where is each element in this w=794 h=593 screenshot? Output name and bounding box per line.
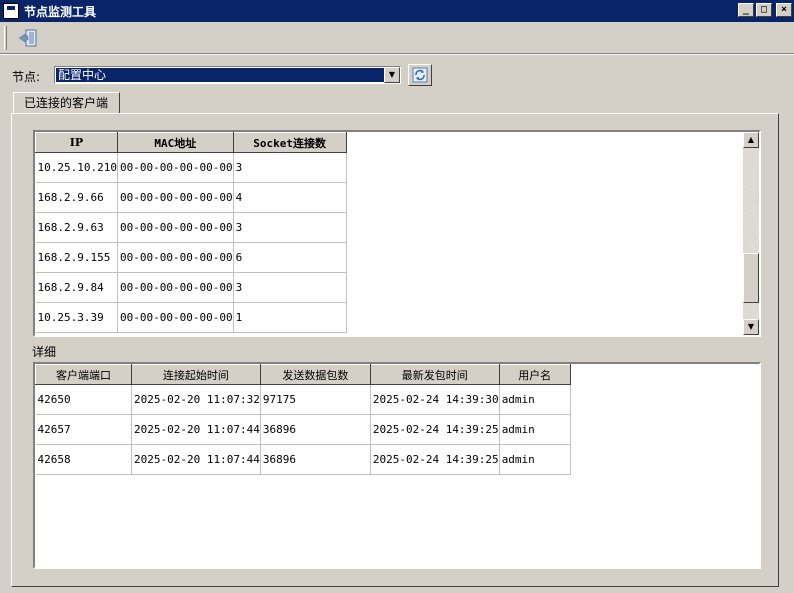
toolbar xyxy=(0,22,794,55)
refresh-button[interactable] xyxy=(408,64,432,86)
node-select[interactable]: 配置中心 ▼ xyxy=(54,66,401,84)
dropdown-arrow-icon[interactable]: ▼ xyxy=(384,67,400,83)
node-label: 节点: xyxy=(12,70,41,84)
cell-ip: 10.25.3.39 xyxy=(35,302,118,333)
cell-username: admin xyxy=(499,414,571,445)
cell-client-port: 42657 xyxy=(35,414,132,445)
close-button[interactable]: × xyxy=(776,3,792,17)
title-bar: 节点监测工具 _ □ × xyxy=(0,0,794,22)
cell-mac: 00-00-00-00-00-00 xyxy=(117,302,234,333)
cell-packets-sent: 97175 xyxy=(260,384,371,415)
column-header-client-port[interactable]: 客户端端口 xyxy=(35,364,132,385)
cell-socket-count: 4 xyxy=(233,182,347,213)
cell-start-time: 2025-02-20 11:07:32 xyxy=(131,384,261,415)
cell-mac: 00-00-00-00-00-00 xyxy=(117,242,234,273)
column-header-packets-sent[interactable]: 发送数据包数 xyxy=(259,364,371,385)
detail-table: 客户端端口 连接起始时间 发送数据包数 最新发包时间 用户名 42650 202… xyxy=(33,362,761,569)
table-row[interactable]: 168.2.9.63 00-00-00-00-00-00 3 xyxy=(35,212,347,243)
detail-label: 详细 xyxy=(32,345,57,359)
column-header-socket-count[interactable]: Socket连接数 xyxy=(232,132,347,153)
refresh-icon xyxy=(412,67,428,83)
window-title: 节点监测工具 xyxy=(24,4,97,19)
exit-door-icon xyxy=(18,29,37,47)
cell-client-port: 42658 xyxy=(35,444,132,475)
node-selected-value: 配置中心 xyxy=(56,68,384,82)
cell-mac: 00-00-00-00-00-00 xyxy=(117,152,234,183)
cell-client-port: 42650 xyxy=(35,384,132,415)
cell-start-time: 2025-02-20 11:07:44 xyxy=(131,414,261,445)
cell-socket-count: 3 xyxy=(233,272,347,303)
column-header-start-time[interactable]: 连接起始时间 xyxy=(131,364,261,385)
table-row[interactable]: 10.25.3.39 00-00-00-00-00-00 1 xyxy=(35,302,347,333)
column-header-username[interactable]: 用户名 xyxy=(498,364,571,385)
cell-socket-count: 6 xyxy=(233,242,347,273)
maximize-button[interactable]: □ xyxy=(756,3,772,17)
cell-ip: 10.25.10.210 xyxy=(35,152,118,183)
cell-ip: 168.2.9.84 xyxy=(35,272,118,303)
cell-mac: 00-00-00-00-00-00 xyxy=(117,182,234,213)
app-icon xyxy=(3,3,19,19)
tab-connected-clients[interactable]: 已连接的客户端 xyxy=(13,92,120,114)
scroll-up-icon[interactable]: ▲ xyxy=(743,132,759,148)
minimize-button[interactable]: _ xyxy=(738,3,754,17)
cell-socket-count: 3 xyxy=(233,152,347,183)
cell-start-time: 2025-02-20 11:07:44 xyxy=(131,444,261,475)
column-header-ip[interactable]: IP xyxy=(35,132,118,153)
cell-ip: 168.2.9.155 xyxy=(35,242,118,273)
table-row[interactable]: 168.2.9.155 00-00-00-00-00-00 6 xyxy=(35,242,347,273)
cell-last-sent-time: 2025-02-24 14:39:30 xyxy=(370,384,500,415)
vertical-scrollbar[interactable]: ▲ ▼ xyxy=(743,132,759,335)
cell-socket-count: 3 xyxy=(233,212,347,243)
cell-mac: 00-00-00-00-00-00 xyxy=(117,272,234,303)
exit-tool-button[interactable] xyxy=(16,27,42,49)
table-row[interactable]: 168.2.9.66 00-00-00-00-00-00 4 xyxy=(35,182,347,213)
cell-mac: 00-00-00-00-00-00 xyxy=(117,212,234,243)
cell-ip: 168.2.9.66 xyxy=(35,182,118,213)
column-header-last-sent-time[interactable]: 最新发包时间 xyxy=(369,364,500,385)
cell-username: admin xyxy=(499,384,571,415)
cell-username: admin xyxy=(499,444,571,475)
cell-packets-sent: 36896 xyxy=(260,444,371,475)
cell-packets-sent: 36896 xyxy=(260,414,371,445)
cell-last-sent-time: 2025-02-24 14:39:25 xyxy=(370,414,500,445)
scroll-down-icon[interactable]: ▼ xyxy=(743,319,759,335)
column-header-mac[interactable]: MAC地址 xyxy=(116,132,234,153)
table-row[interactable]: 42657 2025-02-20 11:07:44 36896 2025-02-… xyxy=(35,414,571,445)
clients-table: IP MAC地址 Socket连接数 10.25.10.210 00-00-00… xyxy=(33,130,761,337)
table-row[interactable]: 42650 2025-02-20 11:07:32 97175 2025-02-… xyxy=(35,384,571,415)
scroll-thumb[interactable] xyxy=(743,253,759,303)
toolbar-grip[interactable] xyxy=(4,26,7,50)
cell-socket-count: 1 xyxy=(233,302,347,333)
cell-last-sent-time: 2025-02-24 14:39:25 xyxy=(370,444,500,475)
table-row[interactable]: 42658 2025-02-20 11:07:44 36896 2025-02-… xyxy=(35,444,571,475)
table-row[interactable]: 10.25.10.210 00-00-00-00-00-00 3 xyxy=(35,152,347,183)
table-row[interactable]: 168.2.9.84 00-00-00-00-00-00 3 xyxy=(35,272,347,303)
cell-ip: 168.2.9.63 xyxy=(35,212,118,243)
